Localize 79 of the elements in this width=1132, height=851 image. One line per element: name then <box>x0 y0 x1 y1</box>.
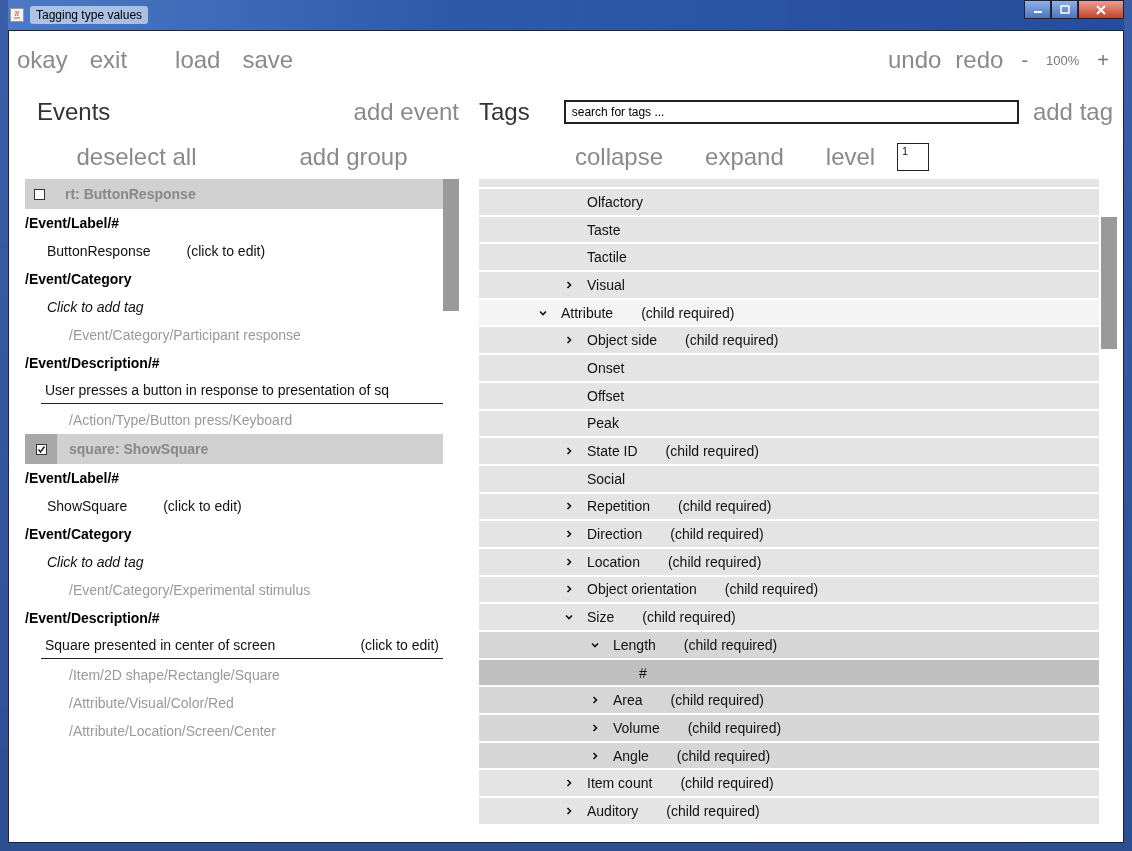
tag-path: /Item/2D shape/Rectangle/Square <box>69 667 280 683</box>
chevron-down-icon[interactable] <box>591 640 599 649</box>
tree-row[interactable]: Auditory (child required) <box>479 798 1099 824</box>
chevron-right-icon[interactable] <box>565 585 573 594</box>
checkbox[interactable] <box>33 188 45 200</box>
tree-row[interactable]: Object orientation (child required) <box>479 576 1099 603</box>
tag-path: /Attribute/Visual/Color/Red <box>69 695 234 711</box>
tree-row[interactable]: Item count (child required) <box>479 770 1099 797</box>
tree-row[interactable]: Volume (child required) <box>479 715 1099 741</box>
add-tag-link[interactable]: Click to add tag <box>47 299 144 315</box>
chevron-right-icon[interactable] <box>565 447 573 456</box>
app-icon <box>10 8 24 22</box>
search-field[interactable]: search for tags ... <box>563 100 1019 124</box>
chevron-right-icon[interactable] <box>591 723 599 732</box>
tag-heading: /Event/Description/# <box>25 355 160 371</box>
event-name: rt: ButtonResponse <box>65 186 196 202</box>
chevron-right-icon[interactable] <box>591 696 599 705</box>
tree-row[interactable]: Tactile <box>479 244 1099 271</box>
chevron-right-icon[interactable] <box>565 557 573 566</box>
chevron-right-icon[interactable] <box>591 751 599 760</box>
tree-row[interactable]: Direction (child required) <box>479 521 1099 547</box>
add-tag-link[interactable]: Click to add tag <box>47 554 144 570</box>
tree-row[interactable]: Peak <box>479 410 1099 437</box>
tag-heading: /Event/Label/# <box>25 470 120 486</box>
zoom-in-button[interactable]: + <box>1093 48 1113 72</box>
tag-path: /Attribute/Location/Screen/Center <box>69 723 276 739</box>
tree-row[interactable]: Repetition (child required) <box>479 493 1099 520</box>
tag-heading: /Event/Category <box>25 526 132 542</box>
tree-row[interactable]: Attribute (child required) <box>479 299 1099 326</box>
close-button[interactable] <box>1078 0 1124 19</box>
panel-title: Tags <box>479 98 530 126</box>
panel-title: Events <box>37 98 111 126</box>
tree-row[interactable]: Area (child required) <box>479 687 1099 714</box>
tree-row[interactable]: Size (child required) <box>479 604 1099 630</box>
chevron-right-icon[interactable] <box>565 502 573 511</box>
chevron-right-icon[interactable] <box>565 336 573 345</box>
maximize-button[interactable] <box>1051 0 1078 19</box>
tree-row[interactable]: Onset <box>479 355 1099 381</box>
event-name: square: ShowSquare <box>69 441 209 457</box>
chevron-right-icon[interactable] <box>565 779 573 788</box>
description-field[interactable]: Square presented in center of screen (click to edit) <box>41 632 443 659</box>
scrollbar-thumb[interactable] <box>443 179 459 311</box>
tag-heading: /Event/Description/# <box>25 610 160 626</box>
zoom-level: 100% <box>1046 52 1080 68</box>
chevron-down-icon[interactable] <box>539 308 547 317</box>
tree-row[interactable]: Taste <box>479 216 1099 243</box>
zoom-out-button[interactable]: - <box>1017 48 1033 72</box>
tree-row[interactable]: Location (child required) <box>479 548 1099 575</box>
tree-row[interactable]: Offset <box>479 382 1099 409</box>
tree-row[interactable]: Object side (child required) <box>479 327 1099 354</box>
description-field[interactable]: User presses a button in response to presentation of sq <box>41 377 443 404</box>
scrollbar-thumb[interactable] <box>1101 217 1117 349</box>
level-label: level <box>825 143 876 171</box>
edit-hint[interactable]: (click to edit) <box>186 243 266 259</box>
tree-row[interactable]: Angle (child required) <box>479 742 1099 769</box>
tag-heading: /Event/Label/# <box>25 215 120 231</box>
tag-path: /Event/Category/Experimental stimulus <box>69 582 311 598</box>
tree-row[interactable]: State ID (child required) <box>479 438 1099 464</box>
tree-row[interactable]: Visual <box>479 272 1099 298</box>
chevron-right-icon[interactable] <box>565 280 573 289</box>
tree-row[interactable]: # <box>479 659 1099 686</box>
tag-heading: /Event/Category <box>25 271 132 287</box>
edit-hint[interactable]: (click to edit) <box>163 498 242 514</box>
window-title: Tagging type values <box>30 6 149 24</box>
checkbox[interactable] <box>35 443 47 455</box>
tree-row[interactable]: Social <box>479 465 1099 492</box>
label-value[interactable]: ShowSquare <box>47 498 128 514</box>
chevron-right-icon[interactable] <box>565 806 573 815</box>
tag-path: /Action/Type/Button press/Keyboard <box>69 412 293 428</box>
chevron-down-icon[interactable] <box>565 613 573 622</box>
label-value[interactable]: ButtonResponse <box>47 243 151 259</box>
tree-row[interactable]: Length (child required) <box>479 632 1099 658</box>
level-field[interactable]: 1 <box>897 143 930 171</box>
tag-path: /Event/Category/Participant response <box>69 327 301 343</box>
maximize-icon <box>1059 5 1070 14</box>
tree-row[interactable]: Olfactory <box>479 189 1099 215</box>
close-icon <box>1096 4 1106 15</box>
chevron-right-icon[interactable] <box>565 530 573 539</box>
minimize-button[interactable] <box>1024 0 1051 19</box>
